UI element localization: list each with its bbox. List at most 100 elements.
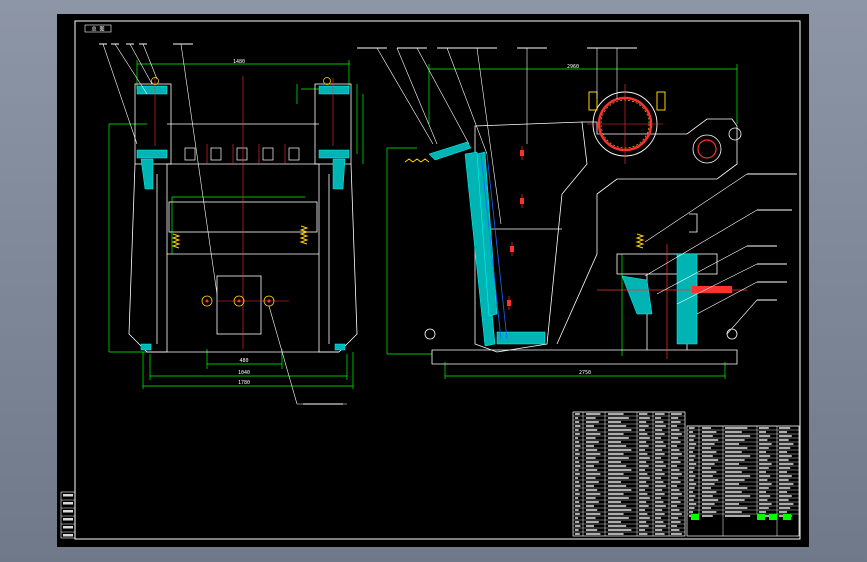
table-cell-text (608, 449, 632, 451)
table-cell-text (655, 421, 664, 423)
table-cell-text (639, 421, 647, 423)
table-cell-text (575, 481, 580, 483)
table-cell-text (671, 413, 682, 415)
table-cell-text (608, 517, 629, 519)
table-cell-text (702, 439, 719, 441)
table-cell-text (586, 433, 601, 435)
dim-bottom-total: 1780 (238, 380, 250, 386)
cad-drawing: 总 图 1480 480 1040 1780 2960 2750 (60, 20, 801, 540)
table-cell-text (575, 521, 580, 523)
table-cell-text (689, 443, 697, 445)
table-cell-text (639, 453, 648, 455)
table-cell-text (639, 449, 645, 451)
front-bolts (151, 77, 331, 307)
table-cell-text (586, 473, 601, 475)
table-cell-text (655, 453, 665, 455)
table-cell-text (689, 479, 694, 481)
side-leader-ticks (357, 47, 797, 301)
table-cell-text (586, 417, 596, 419)
table-cell-text (608, 441, 621, 443)
dim-bottom-right: 2750 (579, 370, 591, 376)
table-cell-text (725, 451, 742, 453)
table-cell-text (671, 489, 680, 491)
table-cell-text (639, 465, 649, 467)
table-cell-text (702, 447, 711, 449)
table-cell-text (779, 511, 787, 513)
table-cell-text (639, 413, 648, 415)
drawing-tag: 总 图 (91, 26, 104, 33)
table-cell-text (725, 459, 745, 461)
table-cell-text (608, 421, 621, 423)
table-cell-text (575, 489, 579, 491)
front-leader-ticks (99, 43, 343, 405)
table-cell-text (575, 493, 580, 495)
table-cell-text (655, 425, 666, 427)
table-cell-text (702, 495, 713, 497)
table-cell-text (639, 489, 645, 491)
table-cell-text (779, 491, 787, 493)
table-cell-text (759, 479, 768, 481)
table-cell-text (586, 525, 594, 527)
table-cell-text (759, 427, 769, 429)
table-cell-text (655, 469, 663, 471)
table-cell-text (639, 517, 650, 519)
table-cell-text (725, 479, 745, 481)
table-cell-text (575, 469, 579, 471)
table-cell-text (655, 505, 666, 507)
table-cell-text (671, 469, 680, 471)
table-cell-text (779, 483, 794, 485)
table-cell-text (779, 487, 791, 489)
table-cell-text (702, 503, 715, 505)
table-cell-text (725, 463, 739, 465)
table-cell-text (671, 417, 679, 419)
table-cell-text (655, 485, 666, 487)
table-cell-text (689, 471, 693, 473)
table-cell-text (575, 497, 578, 499)
table-cell-text (608, 437, 629, 439)
strip-cell-text (63, 502, 73, 505)
table-cell-text (639, 445, 649, 447)
side-view: 2960 2750 (357, 47, 797, 379)
table-cell-text (671, 485, 677, 487)
table-cell-text (586, 533, 601, 535)
table-cell-text (725, 511, 742, 513)
table-cell-text (586, 505, 594, 507)
table-cell-text (575, 421, 580, 423)
parts-table (63, 411, 800, 537)
table-cell-text (639, 481, 647, 483)
table-cell-text (608, 489, 632, 491)
table-cell-text (725, 507, 748, 509)
table-cell-text (655, 433, 665, 435)
table-cell-text (702, 499, 719, 501)
table-cell-text (759, 447, 769, 449)
table-cell-text (759, 435, 771, 437)
table-cell-text (655, 417, 661, 419)
table-cell-text (655, 481, 664, 483)
table-cell-text (689, 435, 696, 437)
table-cell-text (639, 433, 648, 435)
table-cell-text (608, 413, 624, 415)
table-cell-text (655, 473, 665, 475)
table-cell-text (655, 461, 664, 463)
table-cell-text (759, 431, 766, 433)
table-cell-text (779, 467, 791, 469)
table-cell-text (608, 457, 629, 459)
table-cell-text (725, 495, 751, 497)
table-cell-text (725, 435, 751, 437)
table-cell-text (639, 461, 647, 463)
table-cell-text (759, 487, 769, 489)
table-cell-text (586, 445, 594, 447)
table-cell-text (586, 529, 598, 531)
table-cell-text (639, 441, 647, 443)
table-cell-text (759, 499, 768, 501)
table-cell-text (608, 497, 629, 499)
table-cell-text (779, 507, 791, 509)
dim-top-right: 2960 (567, 64, 579, 70)
dim-bottom-inner: 480 (239, 358, 248, 364)
table-cell-text (586, 497, 596, 499)
table-cell-text (689, 495, 696, 497)
table-cell-text (759, 475, 771, 477)
table-cell-text (575, 525, 581, 527)
parts-table-text (63, 413, 794, 537)
table-cell-text (655, 477, 661, 479)
